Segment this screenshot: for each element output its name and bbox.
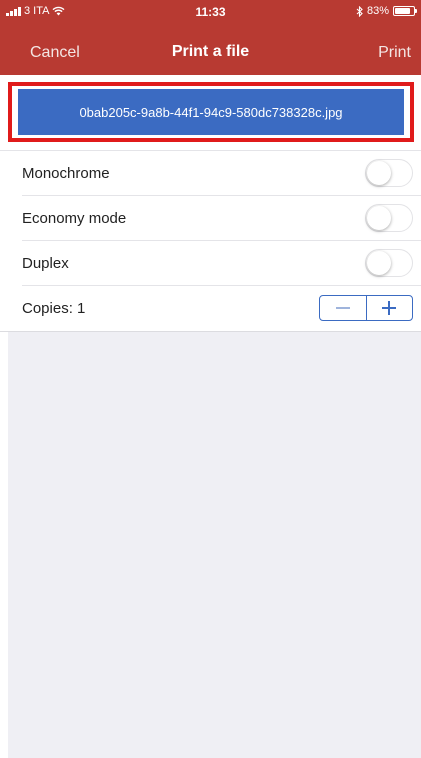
battery-percent: 83% bbox=[366, 5, 389, 17]
print-button[interactable]: Print bbox=[378, 44, 411, 62]
print-settings-list: Monochrome Economy mode Duplex Copies: 1 bbox=[0, 151, 421, 331]
copies-row: Copies: 1 bbox=[0, 286, 421, 331]
monochrome-toggle[interactable] bbox=[365, 159, 413, 187]
economy-mode-label: Economy mode bbox=[22, 210, 127, 227]
print-file-screen: 3 ITA 11:33 83% Cancel Print a file Prin… bbox=[0, 0, 421, 758]
status-right: 83% bbox=[356, 5, 417, 17]
toggle-knob bbox=[367, 206, 391, 230]
duplex-label: Duplex bbox=[22, 255, 69, 272]
header: 3 ITA 11:33 83% Cancel Print a file Prin… bbox=[0, 0, 421, 75]
empty-content-area bbox=[8, 332, 421, 758]
file-name: 0bab205c-9a8b-44f1-94c9-580dc738328c.jpg bbox=[79, 104, 343, 120]
economy-mode-row: Economy mode bbox=[0, 196, 421, 241]
file-area: 0bab205c-9a8b-44f1-94c9-580dc738328c.jpg bbox=[0, 75, 421, 150]
status-bar: 3 ITA 11:33 83% bbox=[0, 0, 421, 22]
economy-mode-toggle[interactable] bbox=[365, 204, 413, 232]
page-title: Print a file bbox=[171, 43, 250, 60]
monochrome-label: Monochrome bbox=[22, 165, 110, 182]
copies-stepper bbox=[319, 295, 413, 321]
copies-label: Copies: 1 bbox=[22, 300, 86, 317]
increment-button[interactable] bbox=[367, 296, 413, 320]
toggle-knob bbox=[367, 251, 391, 275]
decrement-button[interactable] bbox=[320, 296, 367, 320]
monochrome-row: Monochrome bbox=[0, 151, 421, 196]
duplex-toggle[interactable] bbox=[365, 249, 413, 277]
battery-icon bbox=[393, 6, 417, 16]
nav-bar: Cancel Print a file Print bbox=[0, 28, 421, 68]
minus-icon bbox=[335, 307, 350, 309]
file-select-button[interactable]: 0bab205c-9a8b-44f1-94c9-580dc738328c.jpg bbox=[18, 89, 404, 135]
plus-icon-vertical bbox=[388, 301, 390, 315]
duplex-row: Duplex bbox=[0, 241, 421, 286]
bluetooth-icon bbox=[356, 5, 363, 17]
toggle-knob bbox=[367, 161, 391, 185]
battery-fill bbox=[395, 8, 410, 14]
